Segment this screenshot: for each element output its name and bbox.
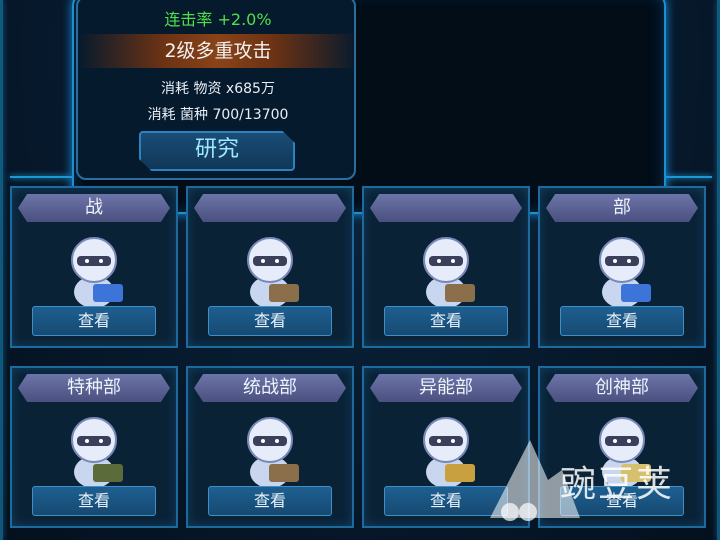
department-name [370,194,522,222]
research-button[interactable]: 研究 [139,131,295,171]
soldier-avatar-icon [247,237,299,308]
department-card: 查看 [362,186,530,348]
soldier-avatar-icon [599,237,651,308]
left-frame-line [0,0,3,540]
soldier-avatar-icon [423,237,475,308]
cost-strain: 消耗 菌种 700/13700 [147,107,289,123]
view-button[interactable]: 查看 [384,306,508,336]
top-left-frame-line [10,176,72,178]
department-card: 特种部 查看 [10,366,178,528]
combo-rate-text: 连击率 +2.0% [164,10,272,29]
view-button[interactable]: 查看 [560,306,684,336]
department-name: 战 [18,194,170,222]
view-button[interactable]: 查看 [208,486,332,516]
department-card: 部查看 [538,186,706,348]
department-name: 部 [546,194,698,222]
skill-panel: 连击率 +2.0% 2级多重攻击 消耗 物资 x685万 消耗 菌种 700/1… [76,0,358,180]
view-button[interactable]: 查看 [208,306,332,336]
department-name [194,194,346,222]
soldier-avatar-icon [71,237,123,308]
skill-title: 2级多重攻击 [78,34,358,68]
view-button[interactable]: 查看 [32,306,156,336]
department-name: 特种部 [18,374,170,402]
department-card: 查看 [186,186,354,348]
top-right-frame-line [662,176,712,178]
department-name: 创神部 [546,374,698,402]
view-button[interactable]: 查看 [32,486,156,516]
department-name: 统战部 [194,374,346,402]
department-card: 战查看 [10,186,178,348]
soldier-avatar-icon [247,417,299,488]
watermark-text: 豌豆荚 [560,464,675,505]
department-name: 异能部 [370,374,522,402]
department-card: 统战部 查看 [186,366,354,528]
soldier-avatar-icon [71,417,123,488]
cost-supplies: 消耗 物资 x685万 [161,81,275,97]
